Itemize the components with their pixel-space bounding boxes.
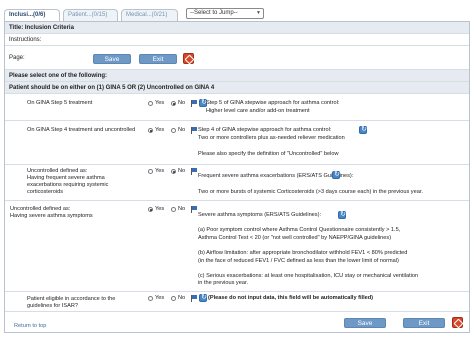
refresh-icon[interactable] — [338, 210, 347, 219]
page-label: Page: — [9, 55, 25, 61]
exit-button[interactable]: Exit — [139, 54, 177, 64]
answer-line — [198, 220, 418, 228]
answer-line: (Please do not input data, this field wi… — [208, 295, 374, 301]
flag-icon[interactable] — [191, 168, 198, 175]
divider — [5, 164, 469, 165]
save-button-bottom[interactable]: Save — [344, 318, 386, 328]
question-text-line: On GINA Step 5 treatment — [27, 100, 93, 106]
answer-2: Step 4 of GINA stepwise approach for ast… — [198, 126, 345, 158]
question-text-line: Patient eligible in accordance to the — [27, 296, 116, 302]
chevron-down-icon: ▼ — [256, 10, 261, 16]
answer-line: Step 5 of GINA stepwise approach for ast… — [206, 100, 340, 106]
no-radio-3[interactable] — [171, 169, 176, 174]
question-text-line: Uncontrolled defined as: — [10, 206, 71, 212]
prompt-row: Please select one of the following: — [5, 70, 469, 82]
pdf-icon[interactable] — [183, 53, 194, 64]
select-prompt: Please select one of the following: — [9, 73, 108, 79]
no-label: No — [178, 100, 186, 106]
yes-label: Yes — [155, 206, 165, 212]
page-row: Page: Save Exit — [5, 46, 469, 70]
question-2-text: On GINA Step 4 treatment and uncontrolle… — [27, 127, 135, 134]
answer-line: (a) Poor symptom control where Asthma Co… — [198, 227, 401, 234]
no-label: No — [178, 206, 186, 212]
question-text-line: On GINA Step 4 treatment and uncontrolle… — [27, 127, 136, 133]
refresh-icon[interactable] — [332, 170, 341, 179]
divider — [5, 311, 469, 312]
question-3-text: Uncontrolled defined as: Having frequent… — [27, 168, 108, 196]
refresh-icon[interactable] — [359, 125, 368, 134]
flag-icon[interactable] — [191, 127, 198, 134]
jump-select[interactable]: --Select to Jump-- ▼ — [186, 8, 264, 19]
question-text-line: guidelines for ISAR? — [27, 303, 78, 309]
yes-radio-5[interactable] — [148, 296, 153, 301]
jump-select-label: --Select to Jump-- — [190, 10, 238, 16]
yes-label: Yes — [155, 100, 165, 106]
pdf-icon[interactable] — [452, 317, 463, 328]
answer-line: (c) Serious exacerbations: at least one … — [198, 272, 419, 279]
yes-radio-3[interactable] — [148, 169, 153, 174]
save-button[interactable]: Save — [93, 54, 131, 64]
question-4-text: Uncontrolled defined as: Having severe a… — [10, 206, 93, 220]
divider — [5, 291, 469, 292]
answer-line: (in the face of reduced FEV1 / FVC defin… — [198, 257, 399, 264]
form-panel: Title: Inclusion Criteria Instructions: … — [4, 21, 470, 333]
yes-radio-2[interactable] — [148, 128, 153, 133]
answer-3: Frequent severe asthma exacerbations (ER… — [198, 172, 423, 196]
no-radio-4[interactable] — [171, 207, 176, 212]
question-1-text: On GINA Step 5 treatment — [27, 100, 92, 107]
flag-icon[interactable] — [191, 206, 198, 213]
answer-line: Two or more bursts of systemic Corticost… — [198, 189, 423, 195]
yes-radio-4[interactable] — [148, 207, 153, 212]
answer-line: Frequent severe asthma exacerbations (ER… — [198, 173, 354, 179]
answer-4: Severe asthma symptoms (ERS/ATS Guidelin… — [198, 212, 418, 288]
no-radio-5[interactable] — [171, 296, 176, 301]
tab-bar: Inclusi...(0/6) Patient...(0/15) Medical… — [4, 0, 470, 23]
answer-line — [198, 265, 418, 273]
no-radio-2[interactable] — [171, 128, 176, 133]
yes-label: Yes — [155, 168, 165, 174]
title-row: Title: Inclusion Criteria — [5, 22, 469, 34]
answer-line: in the previous year. — [198, 280, 249, 287]
divider — [5, 120, 469, 121]
question-text-line: Having severe asthma symptoms — [10, 213, 93, 219]
answer-line: Two or more controllers plus as-needed r… — [198, 135, 345, 141]
no-radio-1[interactable] — [171, 101, 176, 106]
answer-line: Asthma Control Test < 20 (or "not well c… — [198, 234, 392, 241]
question-5-text: Patient eligible in accordance to the gu… — [27, 296, 115, 310]
answer-line — [198, 180, 423, 188]
no-label: No — [178, 168, 186, 174]
answer-5: (Please do not input data, this field wi… — [208, 294, 373, 302]
answer-line — [198, 142, 345, 150]
page-title: Title: Inclusion Criteria — [9, 25, 74, 31]
answer-line: Severe asthma symptoms (ERS/ATS Guidelin… — [198, 212, 321, 218]
exit-button-bottom[interactable]: Exit — [403, 318, 445, 328]
divider — [5, 200, 469, 201]
section-title: Patient should be on either on (1) GINA … — [9, 85, 215, 91]
question-text-line: Having frequent severe asthma — [27, 175, 105, 181]
instructions-row: Instructions: — [5, 34, 469, 46]
flag-icon[interactable] — [191, 100, 198, 107]
yes-radio-1[interactable] — [148, 101, 153, 106]
answer-1: Step 5 of GINA stepwise approach for ast… — [206, 99, 339, 115]
answer-line: Please also specify the definition of "U… — [198, 151, 339, 157]
answer-line: (b) Airflow limitation: after appropriat… — [198, 249, 408, 256]
flag-icon[interactable] — [191, 295, 198, 302]
answer-line: Step 4 of GINA stepwise approach for ast… — [198, 127, 332, 133]
question-text-line: corticosteroids — [27, 189, 64, 195]
answer-line: Higher level care and/or add-on treatmen… — [206, 108, 310, 114]
answer-line — [198, 242, 418, 250]
question-text-line: exacerbations requiring systemic — [27, 182, 109, 188]
no-label: No — [178, 127, 186, 133]
refresh-icon[interactable] — [199, 293, 208, 302]
question-text-line: Uncontrolled defined as: — [27, 168, 88, 174]
yes-label: Yes — [155, 127, 165, 133]
yes-label: Yes — [155, 295, 165, 301]
no-label: No — [178, 295, 186, 301]
instructions-label: Instructions: — [9, 37, 42, 43]
return-to-top-link[interactable]: Return to top — [14, 323, 46, 329]
section-row: Patient should be on either on (1) GINA … — [5, 82, 469, 94]
